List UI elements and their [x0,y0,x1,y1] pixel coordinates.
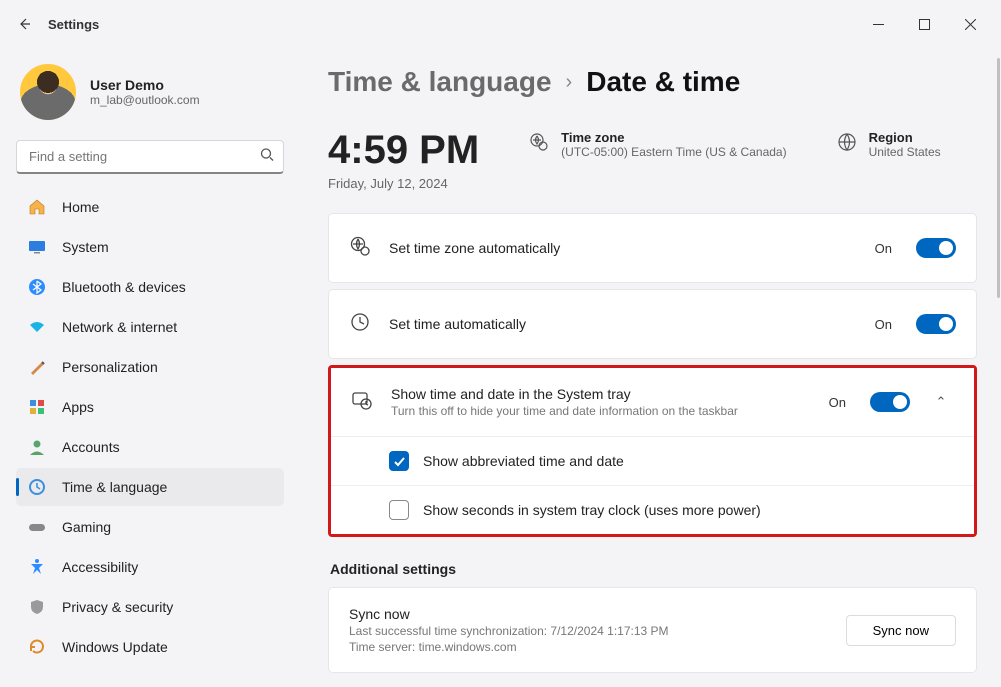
minimize-button[interactable] [855,8,901,40]
sidebar-item-label: Home [62,199,99,215]
sidebar-item-bluetooth[interactable]: Bluetooth & devices [16,268,284,306]
toggle-auto-time[interactable] [916,314,956,334]
clock-icon [349,311,371,338]
additional-settings-heading: Additional settings [330,561,977,577]
sidebar-item-label: Network & internet [62,319,177,335]
paintbrush-icon [28,358,46,376]
sidebar-item-label: Apps [62,399,94,415]
sidebar-item-label: Bluetooth & devices [62,279,186,295]
search-input[interactable] [16,140,284,174]
sidebar-item-system[interactable]: System [16,228,284,266]
setting-auto-timezone: Set time zone automatically On [329,214,976,282]
minimize-icon [873,19,884,30]
search-icon [260,148,274,167]
toggle-state: On [875,317,892,332]
setting-tray-time: Show time and date in the System tray Tu… [331,368,974,436]
sidebar-item-windows-update[interactable]: Windows Update [16,628,284,666]
toggle-state: On [829,395,846,410]
gamepad-icon [28,518,46,536]
setting-auto-time: Set time automatically On [329,290,976,358]
sync-server: Time server: time.windows.com [349,640,828,654]
checkbox-seconds[interactable] [389,500,409,520]
setting-title: Set time automatically [389,316,857,332]
chevron-up-icon[interactable]: ⌃ [928,394,954,410]
toggle-auto-timezone[interactable] [916,238,956,258]
region-label: Region [869,130,941,145]
option-label: Show abbreviated time and date [423,453,624,469]
arrow-left-icon [16,16,32,32]
back-button[interactable] [8,8,40,40]
sidebar-item-label: Accounts [62,439,120,455]
toggle-tray-time[interactable] [870,392,910,412]
sidebar-item-label: Gaming [62,519,111,535]
highlighted-setting-group: Show time and date in the System tray Tu… [328,365,977,537]
setting-sync-now: Sync now Last successful time synchroniz… [329,588,976,672]
setting-title: Set time zone automatically [389,240,857,256]
sidebar-item-label: Windows Update [62,639,168,655]
sidebar-item-privacy[interactable]: Privacy & security [16,588,284,626]
window-title: Settings [48,17,99,32]
sidebar-item-accounts[interactable]: Accounts [16,428,284,466]
close-button[interactable] [947,8,993,40]
globe-icon [837,132,857,157]
wifi-icon [28,318,46,336]
taskbar-clock-icon [351,389,373,416]
user-profile[interactable]: User Demo m_lab@outlook.com [16,56,284,136]
option-label: Show seconds in system tray clock (uses … [423,502,761,518]
system-icon [28,238,46,256]
chevron-right-icon: › [566,71,573,94]
maximize-button[interactable] [901,8,947,40]
update-icon [28,638,46,656]
sidebar-item-label: Personalization [62,359,158,375]
maximize-icon [919,19,930,30]
current-date: Friday, July 12, 2024 [328,176,479,191]
breadcrumb: Time & language › Date & time [328,66,977,98]
user-name: User Demo [90,77,200,93]
shield-icon [28,598,46,616]
sidebar-item-label: Accessibility [62,559,138,575]
clock-globe-icon [28,478,46,496]
close-icon [965,19,976,30]
sidebar-item-personalization[interactable]: Personalization [16,348,284,386]
timezone-label: Time zone [561,130,786,145]
sync-now-button[interactable]: Sync now [846,615,956,646]
accessibility-icon [28,558,46,576]
bluetooth-icon [28,278,46,296]
setting-subtitle: Turn this off to hide your time and date… [391,404,811,418]
checkbox-abbreviated[interactable] [389,451,409,471]
setting-title: Show time and date in the System tray [391,386,811,402]
timezone-value: (UTC-05:00) Eastern Time (US & Canada) [561,145,786,159]
sidebar-item-time-language[interactable]: Time & language [16,468,284,506]
apps-icon [28,398,46,416]
sync-title: Sync now [349,606,828,622]
sidebar-item-home[interactable]: Home [16,188,284,226]
current-time: 4:59 PM [328,130,479,170]
sync-last: Last successful time synchronization: 7/… [349,624,828,638]
sidebar-item-accessibility[interactable]: Accessibility [16,548,284,586]
home-icon [28,198,46,216]
avatar [20,64,76,120]
user-email: m_lab@outlook.com [90,93,200,107]
breadcrumb-parent[interactable]: Time & language [328,66,552,98]
person-icon [28,438,46,456]
check-icon [393,455,406,468]
timezone-auto-icon [349,235,371,262]
sidebar-item-gaming[interactable]: Gaming [16,508,284,546]
sidebar-item-network[interactable]: Network & internet [16,308,284,346]
sidebar-item-label: System [62,239,109,255]
sidebar-item-label: Privacy & security [62,599,173,615]
region-value: United States [869,145,941,159]
option-abbreviated-time[interactable]: Show abbreviated time and date [331,437,974,485]
timezone-icon [529,132,549,157]
sidebar-item-apps[interactable]: Apps [16,388,284,426]
option-show-seconds[interactable]: Show seconds in system tray clock (uses … [331,486,974,534]
sidebar-item-label: Time & language [62,479,167,495]
breadcrumb-current: Date & time [586,66,740,98]
toggle-state: On [875,241,892,256]
scrollbar[interactable] [997,58,1000,298]
